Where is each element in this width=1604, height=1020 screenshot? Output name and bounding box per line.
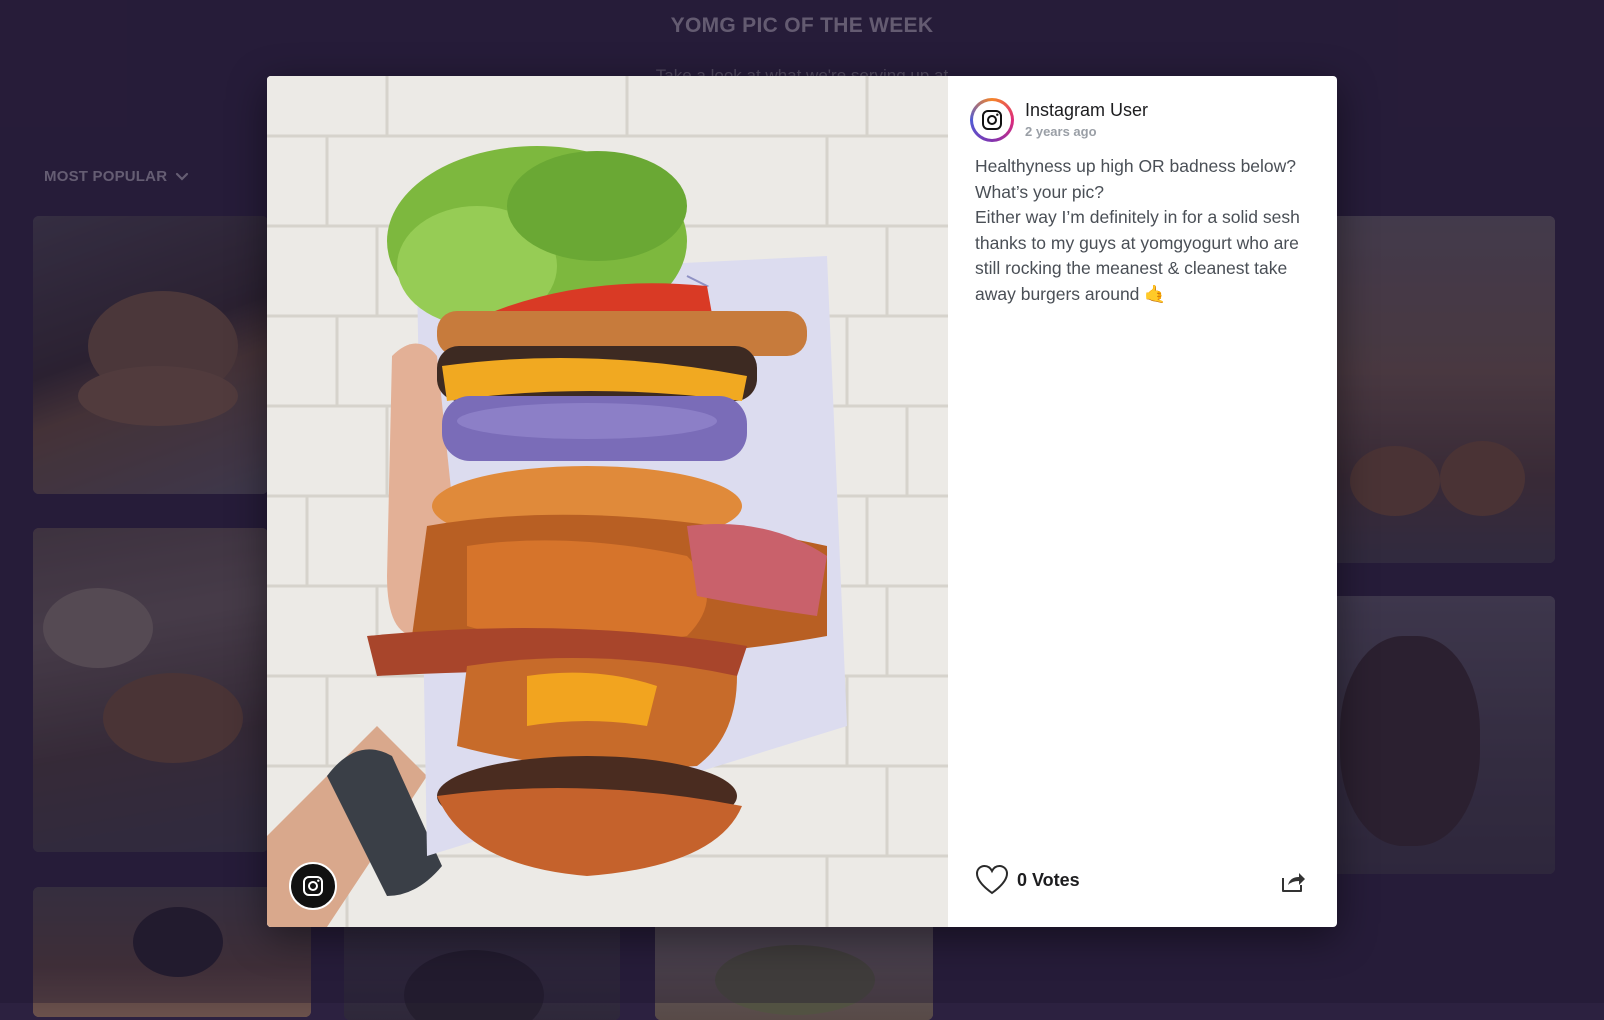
- burger-photo-illustration: [267, 76, 948, 927]
- instagram-icon: [303, 876, 323, 896]
- instagram-link-button[interactable]: [289, 862, 337, 910]
- caption-line: Healthyness up high OR badness below?: [975, 156, 1297, 176]
- instagram-icon: [982, 110, 1002, 130]
- caption-line: What’s your pic?: [975, 181, 1105, 202]
- share-button[interactable]: [1280, 868, 1306, 894]
- post-modal: Instagram User 2 years ago Healthyness u…: [267, 76, 1337, 927]
- post-caption: Healthyness up high OR badness below? Wh…: [975, 154, 1315, 307]
- vote-count: 0 Votes: [1017, 869, 1080, 890]
- share-icon: [1282, 873, 1305, 892]
- post-timestamp: 2 years ago: [1025, 124, 1097, 139]
- vote-button[interactable]: 0 Votes: [975, 864, 1080, 896]
- caption-line: Either way I’m definitely in for a solid…: [975, 207, 1300, 304]
- heart-outline-icon: [975, 864, 1009, 895]
- avatar: [970, 98, 1014, 142]
- user-name: Instagram User: [1025, 100, 1149, 120]
- post-photo: [267, 76, 948, 927]
- post-details-panel: Instagram User 2 years ago Healthyness u…: [948, 76, 1337, 927]
